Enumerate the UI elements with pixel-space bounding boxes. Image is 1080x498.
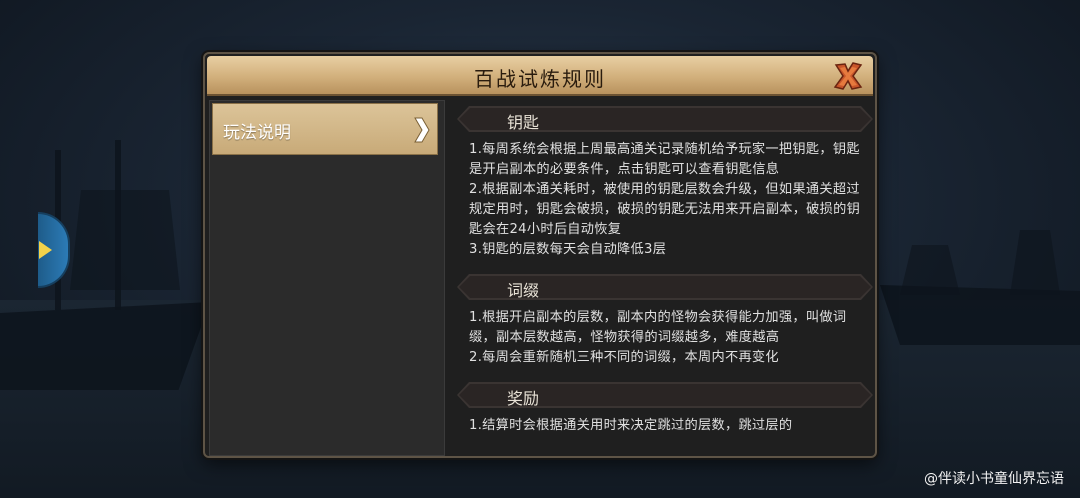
section-header-text: 钥匙: [507, 113, 540, 132]
rule-line: 1.根据开启副本的层数，副本内的怪物会获得能力加强，叫做词缀，副本层数越高，怪物…: [469, 310, 847, 345]
menu-item-gameplay-rules[interactable]: 玩法说明: [212, 103, 438, 155]
section-rewards: 奖励 1.结算时会根据通关用时来决定跳过的层数，跳过层的: [447, 382, 873, 436]
chevron-right-icon: [414, 117, 430, 143]
rule-line: 2.根据副本通关耗时，被使用的钥匙层数会升级，但如果通关超过规定用时，钥匙会破损…: [469, 182, 861, 237]
section-header: 钥匙: [457, 106, 873, 132]
close-x-icon: [833, 62, 863, 90]
section-header-text: 词缀: [507, 281, 540, 300]
background-ship-sail: [1010, 230, 1060, 295]
rules-dialog: 百战试炼规则 玩法说明 钥匙 1.每周系统会根据上周最高通关记录随机给予玩家一把…: [203, 52, 877, 458]
background-ship-sail: [900, 245, 960, 295]
rules-content[interactable]: 钥匙 1.每周系统会根据上周最高通关记录随机给予玩家一把钥匙，钥匙是开启副本的必…: [447, 98, 873, 454]
dialog-title-bar: 百战试炼规则: [207, 56, 873, 96]
section-body: 1.每周系统会根据上周最高通关记录随机给予玩家一把钥匙，钥匙是开启副本的必要条件…: [469, 132, 869, 260]
rule-line: 1.每周系统会根据上周最高通关记录随机给予玩家一把钥匙，钥匙是开启副本的必要条件…: [469, 142, 860, 177]
section-header: 词缀: [457, 274, 873, 300]
rule-line: 1.结算时会根据通关用时来决定跳过的层数，跳过层的: [469, 418, 793, 433]
menu-panel: 玩法说明: [209, 100, 445, 456]
section-keys: 钥匙 1.每周系统会根据上周最高通关记录随机给予玩家一把钥匙，钥匙是开启副本的必…: [447, 106, 873, 260]
rule-line: 3.钥匙的层数每天会自动降低3层: [469, 242, 667, 257]
menu-item-label: 玩法说明: [223, 123, 291, 143]
side-expand-tab[interactable]: [38, 212, 70, 288]
background-ship-left: [0, 302, 210, 390]
expand-arrow-icon: [39, 241, 52, 259]
section-body: 1.结算时会根据通关用时来决定跳过的层数，跳过层的: [469, 408, 869, 436]
section-affixes: 词缀 1.根据开启副本的层数，副本内的怪物会获得能力加强，叫做词缀，副本层数越高…: [447, 274, 873, 368]
section-body: 1.根据开启副本的层数，副本内的怪物会获得能力加强，叫做词缀，副本层数越高，怪物…: [469, 300, 869, 368]
watermark: @伴读小书童仙界忘语: [924, 471, 1064, 487]
section-header: 奖励: [457, 382, 873, 408]
close-button[interactable]: [831, 59, 865, 93]
section-header-text: 奖励: [507, 389, 540, 408]
rule-line: 2.每周会重新随机三种不同的词缀，本周内不再变化: [469, 350, 779, 365]
dialog-title: 百战试炼规则: [474, 67, 606, 91]
background-ship-sail: [70, 190, 180, 290]
